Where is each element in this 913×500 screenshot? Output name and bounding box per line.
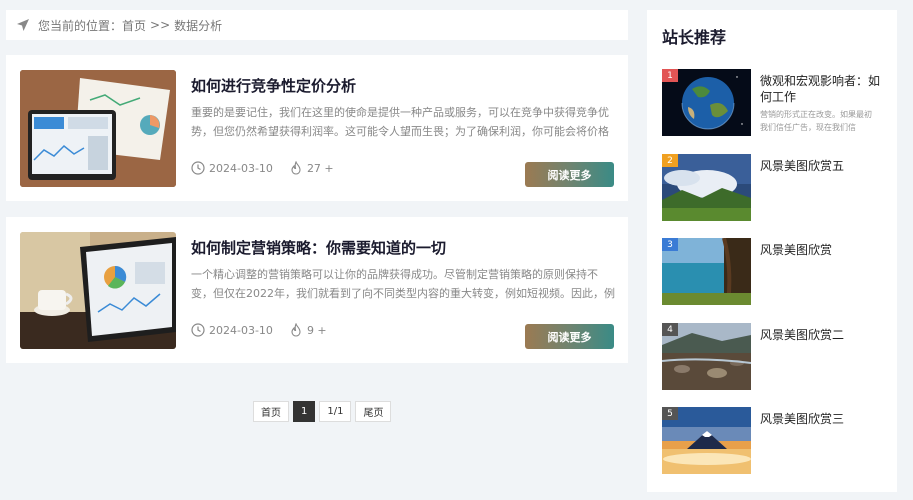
- recommend-item[interactable]: 1 微观和宏观影响者：如何工作 营销的形式正在改变。如果最初我们信任广告，现在我…: [662, 69, 887, 136]
- recommend-title: 微观和宏观影响者：如何工作: [760, 74, 881, 104]
- article-view-count: 27 +: [306, 161, 334, 175]
- breadcrumb-separator: >>: [150, 18, 171, 32]
- recommend-title: 风景美图欣赏二: [760, 328, 845, 342]
- recommend-item[interactable]: 4 风景美图欣赏二: [662, 323, 887, 390]
- recommend-title: 风景美图欣赏五: [760, 159, 845, 173]
- pagination-current-page[interactable]: 1: [293, 401, 316, 422]
- fire-icon: [289, 323, 303, 337]
- article-meta: 2024-03-10 9 +: [191, 323, 327, 337]
- recommend-sidebar: 站长推荐 1 微观和宏观影响者：如何工作 营销的形式正在改变。如果最初我们信任广…: [647, 10, 897, 492]
- article-view-count: 9 +: [306, 323, 327, 337]
- article-card: 如何制定营销策略：你需要知道的一切 一个精心调整的营销策略可以让你的品牌获得成功…: [6, 217, 628, 363]
- breadcrumb: 您当前的位置： 首页 >> 数据分析: [6, 10, 628, 40]
- article-excerpt: 一个精心调整的营销策略可以让你的品牌获得成功。尽管制定营销策略的原则保持不变，但…: [191, 268, 615, 300]
- read-more-button[interactable]: 阅读更多: [525, 324, 614, 349]
- rank-badge: 5: [662, 407, 678, 420]
- rank-badge: 4: [662, 323, 678, 336]
- article-meta: 2024-03-10 27 +: [191, 161, 334, 175]
- article-card: 如何进行竞争性定价分析 重要的是要记住，我们在这里的使命是提供一种产品或服务，可…: [6, 55, 628, 201]
- pagination-info: 1/1: [319, 401, 352, 422]
- sidebar-title: 站长推荐: [662, 28, 727, 47]
- article-thumbnail[interactable]: [20, 70, 176, 187]
- rank-badge: 3: [662, 238, 678, 251]
- recommend-item[interactable]: 3 风景美图欣赏: [662, 238, 887, 305]
- location-arrow-icon: [16, 18, 30, 32]
- breadcrumb-home-link[interactable]: 首页: [122, 17, 146, 34]
- article-title[interactable]: 如何制定营销策略：你需要知道的一切: [191, 237, 446, 258]
- pagination-first[interactable]: 首页: [253, 401, 289, 422]
- article-thumbnail[interactable]: [20, 232, 176, 349]
- article-views: 9 +: [289, 323, 327, 337]
- article-views: 27 +: [289, 161, 334, 175]
- recommend-title: 风景美图欣赏: [760, 243, 833, 257]
- recommend-desc: 营销的形式正在改变。如果最初我们信任广告，现在我们信: [760, 110, 872, 132]
- clock-icon: [191, 323, 205, 337]
- rank-badge: 1: [662, 69, 678, 82]
- article-date: 2024-03-10: [209, 323, 273, 337]
- article-date: 2024-03-10: [209, 161, 273, 175]
- fire-icon: [289, 161, 303, 175]
- article-excerpt: 重要的是要记住，我们在这里的使命是提供一种产品或服务，可以在竞争中获得竞争优势，…: [191, 106, 609, 138]
- rank-badge: 2: [662, 154, 678, 167]
- breadcrumb-current[interactable]: 数据分析: [174, 17, 222, 34]
- pagination: 首页 1 1/1 尾页: [253, 401, 392, 422]
- article-title[interactable]: 如何进行竞争性定价分析: [191, 75, 356, 96]
- read-more-button[interactable]: 阅读更多: [525, 162, 614, 187]
- pagination-last[interactable]: 尾页: [355, 401, 392, 422]
- recommend-title: 风景美图欣赏三: [760, 412, 845, 426]
- breadcrumb-prefix: 您当前的位置：: [38, 18, 123, 33]
- recommend-item[interactable]: 5 风景美图欣赏三: [662, 407, 887, 474]
- recommend-item[interactable]: 2 风景美图欣赏五: [662, 154, 887, 221]
- clock-icon: [191, 161, 205, 175]
